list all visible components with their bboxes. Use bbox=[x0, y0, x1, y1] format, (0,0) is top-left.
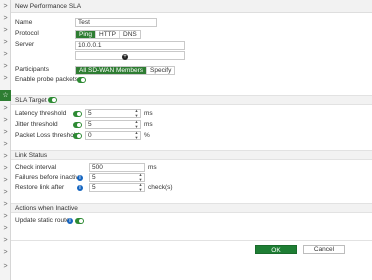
loss-value: 0 bbox=[88, 132, 92, 139]
dialog-title: New Performance SLA bbox=[11, 0, 372, 13]
protocol-option-dns[interactable]: DNS bbox=[120, 31, 140, 38]
left-nav: > > > > > > > ☆ > > > > > > > > > > > > … bbox=[0, 0, 11, 280]
protocol-selector: Ping HTTP DNS bbox=[75, 30, 141, 39]
restore-label: Restore link after bbox=[15, 184, 65, 191]
info-icon[interactable]: i bbox=[67, 218, 73, 224]
cancel-button[interactable]: Cancel bbox=[303, 245, 345, 254]
chevron-right-icon[interactable]: > bbox=[2, 236, 9, 246]
participants-option-specify[interactable]: Specify bbox=[147, 67, 174, 74]
jitter-toggle[interactable] bbox=[73, 122, 82, 128]
chevron-right-icon[interactable]: > bbox=[2, 152, 9, 162]
server-label: Server bbox=[15, 41, 35, 48]
server-input-2[interactable] bbox=[75, 51, 185, 60]
loss-toggle[interactable] bbox=[73, 133, 82, 139]
latency-label: Latency threshold bbox=[15, 110, 67, 117]
server-input-1[interactable]: 10.0.0.1 bbox=[75, 41, 185, 50]
loss-input[interactable]: 0 ▲ ▼ bbox=[85, 130, 141, 140]
loss-label: Packet Loss threshold bbox=[15, 132, 79, 139]
plus-circle-icon[interactable]: + bbox=[122, 54, 128, 60]
jitter-unit: ms bbox=[144, 121, 153, 128]
actions-header: Actions when Inactive bbox=[11, 203, 372, 213]
check-interval-input[interactable]: 500 bbox=[89, 163, 145, 172]
chevron-right-icon[interactable]: > bbox=[2, 248, 9, 258]
chevron-right-icon[interactable]: > bbox=[2, 224, 9, 234]
performance-sla-dialog: New Performance SLA Name Test Protocol P… bbox=[11, 0, 372, 280]
latency-value: 5 bbox=[88, 110, 92, 117]
chevron-right-icon[interactable]: > bbox=[2, 164, 9, 174]
chevron-right-icon[interactable]: > bbox=[2, 38, 9, 48]
chevron-right-icon[interactable]: > bbox=[2, 140, 9, 150]
failures-input[interactable]: 5 ▲ ▼ bbox=[89, 172, 145, 182]
dialog-footer: OK Cancel bbox=[11, 240, 372, 280]
restore-unit: check(s) bbox=[148, 184, 173, 191]
chevron-right-icon[interactable]: > bbox=[2, 200, 9, 210]
jitter-value: 5 bbox=[88, 121, 92, 128]
stepper-icon[interactable]: ▲ ▼ bbox=[138, 172, 143, 182]
loss-unit: % bbox=[144, 132, 150, 139]
name-input[interactable]: Test bbox=[75, 18, 157, 27]
info-icon[interactable]: i bbox=[77, 185, 83, 191]
info-icon[interactable]: i bbox=[77, 175, 83, 181]
failures-label: Failures before inactive bbox=[15, 174, 83, 181]
jitter-input[interactable]: 5 ▲ ▼ bbox=[85, 119, 141, 129]
chevron-right-icon[interactable]: > bbox=[2, 26, 9, 36]
chevron-right-icon[interactable]: > bbox=[2, 188, 9, 198]
restore-value: 5 bbox=[92, 184, 96, 191]
link-status-title: Link Status bbox=[15, 152, 48, 159]
chevron-right-icon[interactable]: > bbox=[2, 50, 9, 60]
protocol-option-ping[interactable]: Ping bbox=[76, 31, 97, 38]
ok-button[interactable]: OK bbox=[255, 245, 297, 254]
stepper-icon[interactable]: ▲ ▼ bbox=[134, 119, 139, 129]
restore-input[interactable]: 5 ▲ ▼ bbox=[89, 182, 145, 192]
actions-title: Actions when Inactive bbox=[15, 205, 78, 212]
protocol-label: Protocol bbox=[15, 30, 39, 37]
chevron-right-icon[interactable]: > bbox=[2, 104, 9, 114]
link-status-header: Link Status bbox=[11, 150, 372, 160]
chevron-right-icon[interactable]: > bbox=[2, 2, 9, 12]
chevron-right-icon[interactable]: > bbox=[2, 74, 9, 84]
chevron-right-icon[interactable]: > bbox=[2, 212, 9, 222]
chevron-right-icon[interactable]: > bbox=[2, 128, 9, 138]
check-interval-label: Check interval bbox=[15, 164, 57, 171]
protocol-option-http[interactable]: HTTP bbox=[96, 31, 120, 38]
sla-target-title: SLA Target bbox=[15, 97, 47, 104]
chevron-right-icon[interactable]: > bbox=[2, 14, 9, 24]
stepper-icon[interactable]: ▲ ▼ bbox=[134, 130, 139, 140]
stepper-icon[interactable]: ▲ ▼ bbox=[134, 108, 139, 118]
latency-input[interactable]: 5 ▲ ▼ bbox=[85, 108, 141, 118]
update-static-route-toggle[interactable] bbox=[75, 218, 84, 224]
stepper-icon[interactable]: ▲ ▼ bbox=[138, 182, 143, 192]
name-label: Name bbox=[15, 19, 33, 26]
probe-toggle[interactable] bbox=[77, 77, 86, 83]
chevron-right-icon[interactable]: > bbox=[2, 116, 9, 126]
probe-label: Enable probe packets bbox=[15, 76, 78, 83]
chevron-right-icon[interactable]: > bbox=[2, 176, 9, 186]
participants-option-all[interactable]: All SD-WAN Members bbox=[76, 67, 148, 74]
chevron-right-icon[interactable]: > bbox=[2, 262, 9, 272]
jitter-label: Jitter threshold bbox=[15, 121, 58, 128]
check-interval-unit: ms bbox=[148, 164, 157, 171]
sla-target-header: SLA Target bbox=[11, 95, 372, 105]
participants-label: Participants bbox=[15, 66, 49, 73]
latency-unit: ms bbox=[144, 110, 153, 117]
participants-selector: All SD-WAN Members Specify bbox=[75, 66, 176, 75]
star-icon[interactable]: ☆ bbox=[0, 90, 11, 101]
sla-target-toggle[interactable] bbox=[48, 97, 57, 103]
chevron-right-icon[interactable]: > bbox=[2, 62, 9, 72]
failures-value: 5 bbox=[92, 174, 96, 181]
latency-toggle[interactable] bbox=[73, 111, 82, 117]
update-static-route-label: Update static route bbox=[15, 217, 70, 224]
